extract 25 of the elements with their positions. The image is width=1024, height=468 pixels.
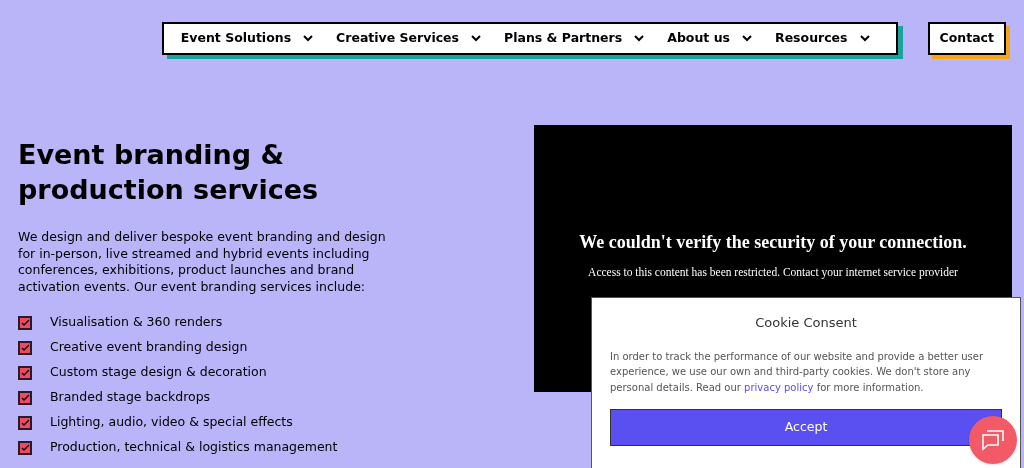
- chevron-down-icon: [471, 35, 481, 42]
- chat-icon: [981, 429, 1005, 451]
- nav-menu-item[interactable]: Event Solutions: [173, 29, 321, 48]
- service-item: Custom stage design & decoration: [50, 363, 267, 382]
- nav-menu-item[interactable]: Creative Services: [329, 29, 488, 48]
- intro-paragraph: We design and deliver bespoke event branding and design for in-person, live streamed and hybrid events including conferences, exhibitions, product launches and brand activation events. Our event branding services include:: [18, 229, 387, 295]
- chevron-down-icon: [859, 35, 870, 42]
- service-item: Creative event branding design: [50, 338, 248, 357]
- service-item: Visualisation & 360 renders: [50, 313, 223, 332]
- error-message: Access to this content has been restricted. Contact your internet service provider: [588, 265, 958, 281]
- page-heading: Event branding & production services: [18, 138, 320, 207]
- chevron-down-icon: [634, 35, 645, 42]
- nav-menu-item[interactable]: Plans & Partners: [497, 29, 652, 48]
- chevron-down-icon: [742, 35, 752, 42]
- chevron-down-icon: [303, 35, 314, 42]
- privacy-policy-link[interactable]: privacy policy: [744, 381, 814, 393]
- nav-menu-item[interactable]: About us: [660, 29, 759, 48]
- service-item: Production, technical & logistics management: [50, 438, 338, 457]
- nav-menu-item[interactable]: Resources: [768, 29, 877, 48]
- dialog-title: Cookie Consent: [754, 314, 858, 332]
- error-heading: We couldn't verify the security of your connection.: [579, 231, 967, 254]
- accept-button[interactable]: Accept: [610, 409, 1002, 446]
- cookie-text: In order to track the performance of our website and provide a better user experience, we use our own and third-party cookies. We don't store any personal details. Read our privacy policy for more information.: [610, 349, 985, 395]
- service-item: Lighting, audio, video & special effects: [50, 413, 293, 432]
- service-item: Branded stage backdrops: [50, 388, 211, 407]
